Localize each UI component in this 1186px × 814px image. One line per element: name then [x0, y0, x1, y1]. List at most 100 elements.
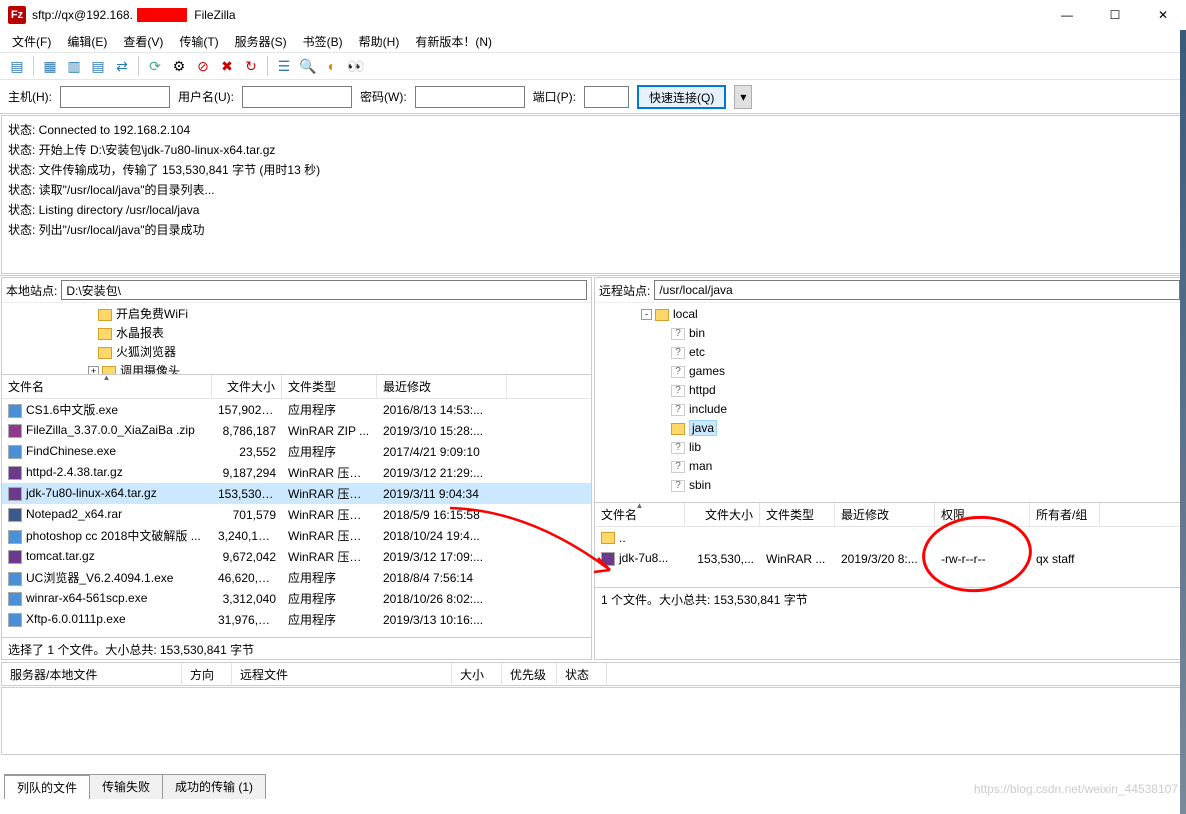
tree-node[interactable]: ?bin	[601, 324, 1178, 343]
col-filename[interactable]: ▲文件名	[2, 375, 212, 398]
menu-bookmarks[interactable]: 书签(B)	[297, 31, 349, 52]
tree-node[interactable]: ?man	[601, 457, 1178, 476]
tree-node[interactable]: 水晶报表	[8, 324, 585, 343]
file-row[interactable]: photoshop cc 2018中文破解版 ...3,240,133,...W…	[2, 525, 591, 546]
tree-node[interactable]: +调用摄像头	[8, 362, 585, 374]
watermark: https://blog.csdn.net/weixin_44538107	[974, 782, 1178, 796]
log-line: 状态: Listing directory /usr/local/java	[8, 200, 1178, 220]
col-filename[interactable]: ▲文件名	[595, 503, 685, 526]
file-row[interactable]: tomcat.tar.gz9,672,042WinRAR 压缩...2019/3…	[2, 546, 591, 567]
disconnect-icon[interactable]: ✖	[216, 55, 238, 77]
host-input[interactable]	[60, 86, 170, 108]
local-status: 选择了 1 个文件。大小总共: 153,530,841 字节	[2, 637, 591, 659]
local-file-list[interactable]: CS1.6中文版.exe157,902,1...应用程序2016/8/13 14…	[2, 399, 591, 637]
tab-failed[interactable]: 传输失败	[89, 774, 163, 799]
close-button[interactable]: ✕	[1148, 8, 1178, 22]
message-log[interactable]: 状态: Connected to 192.168.2.104 状态: 开始上传 …	[1, 115, 1185, 274]
tree-node[interactable]: ?lib	[601, 438, 1178, 457]
file-row[interactable]: Xftp-6.0.0111p.exe31,976,272应用程序2019/3/1…	[2, 609, 591, 630]
port-input[interactable]	[584, 86, 629, 108]
search-icon[interactable]: 🔍	[297, 55, 319, 77]
window-controls: — ☐ ✕	[1052, 8, 1178, 22]
menu-new-version[interactable]: 有新版本！(N)	[409, 31, 498, 52]
file-row[interactable]: jdk-7u80-linux-x64.tar.gz153,530,8...Win…	[2, 483, 591, 504]
menu-transfer[interactable]: 传输(T)	[173, 31, 224, 52]
local-site-label: 本地站点:	[6, 282, 57, 299]
quick-connect-dropdown[interactable]: ▾	[734, 85, 752, 109]
find-icon[interactable]: 👀	[345, 55, 367, 77]
menu-view[interactable]: 查看(V)	[117, 31, 169, 52]
app-icon: Fz	[8, 6, 26, 24]
remote-path-input[interactable]	[654, 280, 1180, 300]
user-input[interactable]	[242, 86, 352, 108]
tree-node[interactable]: java	[601, 419, 1178, 438]
user-label: 用户名(U):	[178, 88, 234, 105]
title-prefix: sftp://qx@192.168.	[32, 8, 133, 22]
tree-node[interactable]: ?games	[601, 362, 1178, 381]
col-priority[interactable]: 优先级	[502, 663, 557, 686]
minimize-button[interactable]: —	[1052, 8, 1082, 22]
tree-node[interactable]: 开启免费WiFi	[8, 305, 585, 324]
pass-label: 密码(W):	[360, 88, 407, 105]
col-remote-file[interactable]: 远程文件	[232, 663, 452, 686]
col-size[interactable]: 文件大小	[685, 503, 760, 526]
maximize-button[interactable]: ☐	[1100, 8, 1130, 22]
file-row[interactable]: FileZilla_3.37.0.0_XiaZaiBa .zip8,786,18…	[2, 420, 591, 441]
col-size[interactable]: 大小	[452, 663, 502, 686]
reconnect-icon[interactable]: ↻	[240, 55, 262, 77]
file-row[interactable]: httpd-2.4.38.tar.gz9,187,294WinRAR 压缩...…	[2, 462, 591, 483]
menu-server[interactable]: 服务器(S)	[229, 31, 293, 52]
file-row[interactable]: UC浏览器_V6.2.4094.1.exe46,620,904应用程序2018/…	[2, 567, 591, 588]
toggle-queue-icon[interactable]: ▤	[87, 55, 109, 77]
file-row[interactable]: FindChinese.exe23,552应用程序2017/4/21 9:09:…	[2, 441, 591, 462]
col-size[interactable]: 文件大小	[212, 375, 282, 398]
remote-file-list[interactable]: ..jdk-7u8...153,530,...WinRAR ...2019/3/…	[595, 527, 1184, 587]
toggle-tree-icon[interactable]: ▥	[63, 55, 85, 77]
remote-tree[interactable]: -local?bin?etc?games?httpd?includejava?l…	[595, 302, 1184, 502]
file-row[interactable]: Notepad2_x64.rar701,579WinRAR 压缩...2018/…	[2, 504, 591, 525]
file-row[interactable]: CS1.6中文版.exe157,902,1...应用程序2016/8/13 14…	[2, 399, 591, 420]
col-modified[interactable]: 最近修改	[377, 375, 507, 398]
tree-node[interactable]: ?sbin	[601, 476, 1178, 495]
tree-node[interactable]: -local	[601, 305, 1178, 324]
local-tree[interactable]: 开启免费WiFi水晶报表火狐浏览器+调用摄像头	[2, 302, 591, 374]
refresh-icon[interactable]: ⟳	[144, 55, 166, 77]
filter-icon[interactable]: ☰	[273, 55, 295, 77]
menu-file[interactable]: 文件(F)	[6, 31, 57, 52]
file-row[interactable]: winrar-x64-561scp.exe3,312,040应用程序2018/1…	[2, 588, 591, 609]
log-line: 状态: 列出"/usr/local/java"的目录成功	[8, 220, 1178, 240]
sync-browse-icon[interactable]: ⇄	[111, 55, 133, 77]
tree-node[interactable]: ?httpd	[601, 381, 1178, 400]
tab-success[interactable]: 成功的传输 (1)	[162, 774, 266, 799]
col-status[interactable]: 状态	[557, 663, 607, 686]
col-direction[interactable]: 方向	[182, 663, 232, 686]
local-pane: 本地站点: 开启免费WiFi水晶报表火狐浏览器+调用摄像头 ▲文件名 文件大小 …	[1, 277, 592, 660]
quick-connect-bar: 主机(H): 用户名(U): 密码(W): 端口(P): 快速连接(Q) ▾	[0, 80, 1186, 114]
tree-node[interactable]: 火狐浏览器	[8, 343, 585, 362]
tree-node[interactable]: ?etc	[601, 343, 1178, 362]
queue-body[interactable]	[1, 687, 1185, 755]
remote-pane: 远程站点: -local?bin?etc?games?httpd?include…	[594, 277, 1185, 660]
col-modified[interactable]: 最近修改	[835, 503, 935, 526]
tab-queued[interactable]: 列队的文件	[4, 774, 90, 799]
cancel-icon[interactable]: ⊘	[192, 55, 214, 77]
host-label: 主机(H):	[8, 88, 52, 105]
menu-edit[interactable]: 编辑(E)	[61, 31, 113, 52]
site-manager-icon[interactable]: ▤	[6, 55, 28, 77]
compare-icon[interactable]: ◐	[321, 55, 343, 77]
col-owner[interactable]: 所有者/组	[1030, 503, 1100, 526]
col-type[interactable]: 文件类型	[282, 375, 377, 398]
pass-input[interactable]	[415, 86, 525, 108]
process-queue-icon[interactable]: ⚙	[168, 55, 190, 77]
local-path-input[interactable]	[61, 280, 587, 300]
quick-connect-button[interactable]: 快速连接(Q)	[637, 85, 726, 109]
menu-help[interactable]: 帮助(H)	[353, 31, 406, 52]
col-permissions[interactable]: 权限	[935, 503, 1030, 526]
file-row[interactable]: jdk-7u8...153,530,...WinRAR ...2019/3/20…	[595, 548, 1184, 569]
col-server-local[interactable]: 服务器/本地文件	[2, 663, 182, 686]
col-type[interactable]: 文件类型	[760, 503, 835, 526]
toggle-log-icon[interactable]: ▦	[39, 55, 61, 77]
remote-site-label: 远程站点:	[599, 282, 650, 299]
file-row[interactable]: ..	[595, 527, 1184, 548]
tree-node[interactable]: ?include	[601, 400, 1178, 419]
